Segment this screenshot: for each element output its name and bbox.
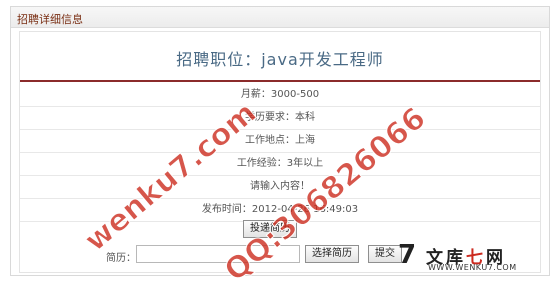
panel-title: 招聘详细信息: [17, 13, 83, 26]
job-title-prefix: 招聘职位：: [176, 50, 262, 69]
panel-header: 招聘详细信息: [11, 7, 549, 28]
submit-resume-button[interactable]: 投递简历: [243, 220, 297, 238]
salary-row: 月薪：3000-500: [20, 84, 540, 107]
logo-mark-icon: 7: [398, 240, 417, 270]
location-row: 工作地点：上海: [20, 130, 540, 153]
logo-url: WWW.WENKU7.COM: [428, 263, 517, 272]
title-divider: [20, 80, 540, 82]
description-row: 请输入内容！: [20, 176, 540, 199]
job-title: 招聘职位：java开发工程师: [20, 46, 540, 70]
choose-resume-button[interactable]: 选择简历: [305, 245, 359, 263]
publish-time-row: 发布时间：2012-04-26 16:49:03: [20, 199, 540, 222]
resume-input[interactable]: [136, 245, 300, 263]
experience-row: 工作经验：3年以上: [20, 153, 540, 176]
education-row: 学历要求：本科: [20, 107, 540, 130]
wenku7-logo: 7 文库七网 WWW.WENKU7.COM: [398, 240, 554, 273]
job-title-name: java开发工程师: [261, 50, 384, 69]
resume-label: 简历：: [106, 253, 136, 264]
submit-button[interactable]: 提交: [368, 245, 402, 263]
